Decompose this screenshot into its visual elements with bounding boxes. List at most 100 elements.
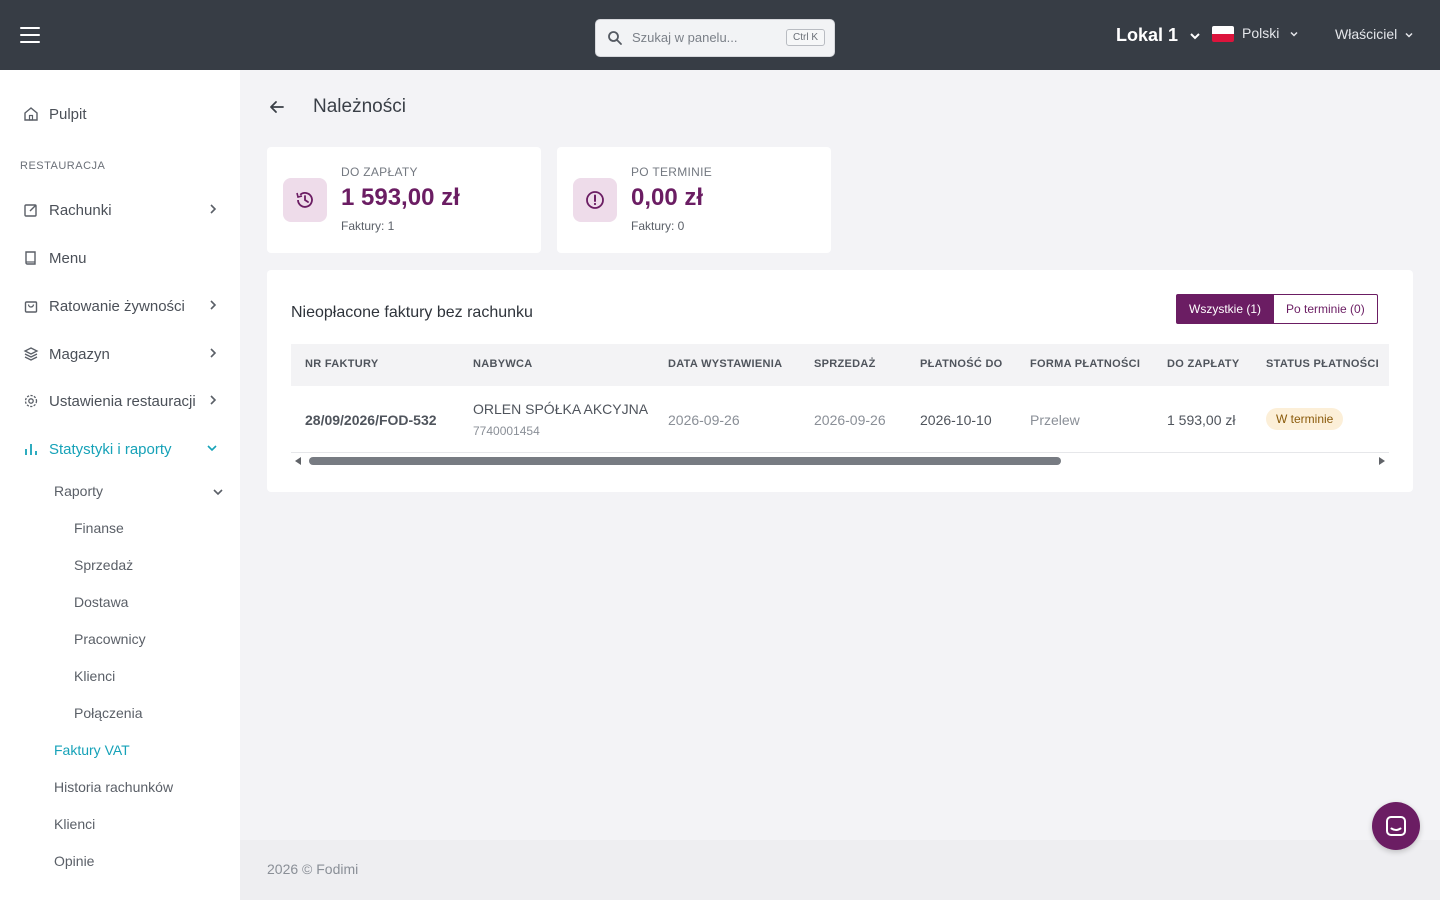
- stat-card-to-pay: DO ZAPŁATY 1 593,00 zł Faktury: 1: [267, 147, 541, 253]
- sidebar-item-menu[interactable]: Menu: [22, 249, 222, 267]
- sidebar: Pulpit RESTAURACJA Rachunki Menu Ratowan…: [0, 70, 240, 900]
- search-shortcut-hint: Ctrl K: [786, 29, 825, 46]
- payment-method: Przelew: [1030, 412, 1080, 428]
- status-badge: W terminie: [1266, 408, 1344, 430]
- back-arrow-icon[interactable]: [267, 97, 287, 117]
- sidebar-item-reviews[interactable]: Opinie: [54, 853, 94, 869]
- shopping-bag-icon: [22, 297, 40, 315]
- sidebar-item-bill-history[interactable]: Historia rachunków: [54, 779, 173, 795]
- sidebar-item-finance[interactable]: Finanse: [74, 520, 124, 536]
- chevron-right-icon: [210, 348, 217, 358]
- table-row[interactable]: 28/09/2026/FOD-532 ORLEN SPÓŁKA AKCYJNA …: [291, 386, 1389, 453]
- section-heading-restaurant: RESTAURACJA: [20, 160, 106, 172]
- sidebar-item-dashboard[interactable]: Pulpit: [22, 105, 222, 123]
- stat-sub: Faktury: 0: [631, 219, 685, 233]
- sidebar-item-warehouse[interactable]: Magazyn: [22, 345, 222, 363]
- page-header: Należności: [267, 96, 406, 118]
- scroll-right-arrow[interactable]: [1379, 457, 1385, 465]
- layers-icon: [22, 345, 40, 363]
- language-selector[interactable]: Polski: [1212, 25, 1299, 43]
- buyer-name: ORLEN SPÓŁKA AKCYJNA: [473, 401, 649, 417]
- table-header: NR FAKTURY NABYWCA DATA WYSTAWIENIA SPRZ…: [291, 344, 1389, 386]
- sidebar-item-vat-invoices[interactable]: Faktury VAT: [54, 742, 130, 758]
- chevron-down-icon: [1190, 33, 1200, 40]
- column-header[interactable]: DO ZAPŁATY: [1167, 358, 1239, 370]
- stat-label: PO TERMINIE: [631, 165, 713, 179]
- sale-date: 2026-09-26: [814, 412, 886, 428]
- sidebar-item-sales[interactable]: Sprzedaż: [74, 557, 133, 573]
- menu-toggle-icon[interactable]: [20, 27, 40, 43]
- due-date: 2026-10-10: [920, 412, 992, 428]
- book-icon: [22, 249, 40, 267]
- filter-all-button[interactable]: Wszystkie (1): [1176, 294, 1274, 324]
- column-header[interactable]: DATA WYSTAWIENIA: [668, 358, 782, 370]
- sidebar-item-label: Ustawienia restauracji: [49, 392, 196, 410]
- location-label: Lokal 1: [1116, 25, 1179, 45]
- chevron-down-icon: [1405, 33, 1413, 38]
- unpaid-invoices-card: Nieopłacone faktury bez rachunku Wszystk…: [267, 270, 1413, 492]
- sidebar-item-reports[interactable]: Raporty: [54, 483, 224, 499]
- invoice-number[interactable]: 28/09/2026/FOD-532: [305, 412, 437, 428]
- sidebar-item-label: Statystyki i raporty: [49, 440, 172, 458]
- chevron-right-icon: [210, 395, 217, 405]
- card-title: Nieopłacone faktury bez rachunku: [291, 304, 533, 321]
- bar-chart-icon: [22, 440, 40, 458]
- column-header[interactable]: SPRZEDAŻ: [814, 358, 876, 370]
- home-icon: [22, 105, 40, 123]
- filter-overdue-button[interactable]: Po terminie (0): [1274, 294, 1378, 324]
- sidebar-item-employees[interactable]: Pracownicy: [74, 631, 146, 647]
- top-bar: Szukaj w panelu... Ctrl K Lokal 1 Polski…: [0, 0, 1440, 70]
- horizontal-scrollbar[interactable]: [291, 454, 1389, 468]
- user-role: Właściciel: [1335, 26, 1398, 42]
- sidebar-item-food-rescue[interactable]: Ratowanie żywności: [22, 297, 222, 315]
- sidebar-item-statistics[interactable]: Statystyki i raporty: [22, 440, 222, 458]
- amount-due: 1 593,00 zł: [1167, 412, 1236, 428]
- stat-sub: Faktury: 1: [341, 219, 395, 233]
- stat-value: 0,00 zł: [631, 184, 704, 211]
- poland-flag-icon: [1212, 26, 1234, 43]
- chevron-right-icon: [210, 204, 217, 214]
- sidebar-item-label: Ratowanie żywności: [49, 297, 185, 315]
- chat-icon: [1386, 816, 1406, 836]
- sidebar-item-clients[interactable]: Klienci: [54, 816, 95, 832]
- location-selector[interactable]: Lokal 1: [1116, 25, 1201, 46]
- sidebar-item-label: Raporty: [54, 483, 104, 499]
- sidebar-item-label: Menu: [49, 249, 87, 267]
- copyright: 2026 © Fodimi: [267, 861, 359, 877]
- issue-date: 2026-09-26: [668, 412, 740, 428]
- sidebar-item-bills[interactable]: Rachunki: [22, 201, 222, 219]
- stat-card-overdue: PO TERMINIE 0,00 zł Faktury: 0: [557, 147, 831, 253]
- chevron-right-icon: [210, 300, 217, 310]
- scroll-left-arrow[interactable]: [295, 457, 301, 465]
- buyer-nip: 7740001454: [473, 424, 540, 438]
- search-icon: [608, 31, 622, 45]
- column-header[interactable]: NABYWCA: [473, 358, 533, 370]
- sidebar-item-report-clients[interactable]: Klienci: [74, 668, 115, 684]
- sidebar-item-label: Pulpit: [49, 105, 87, 123]
- language-label: Polski: [1242, 25, 1280, 41]
- chevron-down-icon: [207, 445, 217, 452]
- column-header[interactable]: NR FAKTURY: [305, 358, 378, 370]
- user-menu[interactable]: Właściciel: [1335, 26, 1414, 42]
- scrollbar-thumb[interactable]: [309, 457, 1061, 465]
- search-input[interactable]: Szukaj w panelu...: [632, 30, 738, 45]
- column-header[interactable]: PŁATNOŚĆ DO: [920, 358, 1003, 370]
- sidebar-item-label: Rachunki: [49, 201, 112, 219]
- gear-icon: [22, 392, 40, 410]
- sidebar-item-connections[interactable]: Połączenia: [74, 705, 143, 721]
- column-header[interactable]: STATUS PŁATNOŚCI: [1266, 358, 1379, 370]
- page-title: Należności: [313, 96, 406, 117]
- sidebar-item-restaurant-settings[interactable]: Ustawienia restauracji: [22, 392, 222, 410]
- alert-circle-icon: [573, 178, 617, 222]
- chevron-down-icon: [213, 489, 223, 496]
- column-header[interactable]: FORMA PŁATNOŚCI: [1030, 358, 1140, 370]
- sidebar-item-label: Magazyn: [49, 345, 110, 363]
- filter-toggle: Wszystkie (1) Po terminie (0): [1176, 294, 1378, 324]
- history-icon: [283, 178, 327, 222]
- stat-label: DO ZAPŁATY: [341, 165, 418, 179]
- chevron-down-icon: [1290, 32, 1298, 37]
- chat-button[interactable]: [1372, 802, 1420, 850]
- search-box[interactable]: Szukaj w panelu... Ctrl K: [595, 19, 835, 57]
- edit-icon: [22, 201, 40, 219]
- sidebar-item-delivery[interactable]: Dostawa: [74, 594, 128, 610]
